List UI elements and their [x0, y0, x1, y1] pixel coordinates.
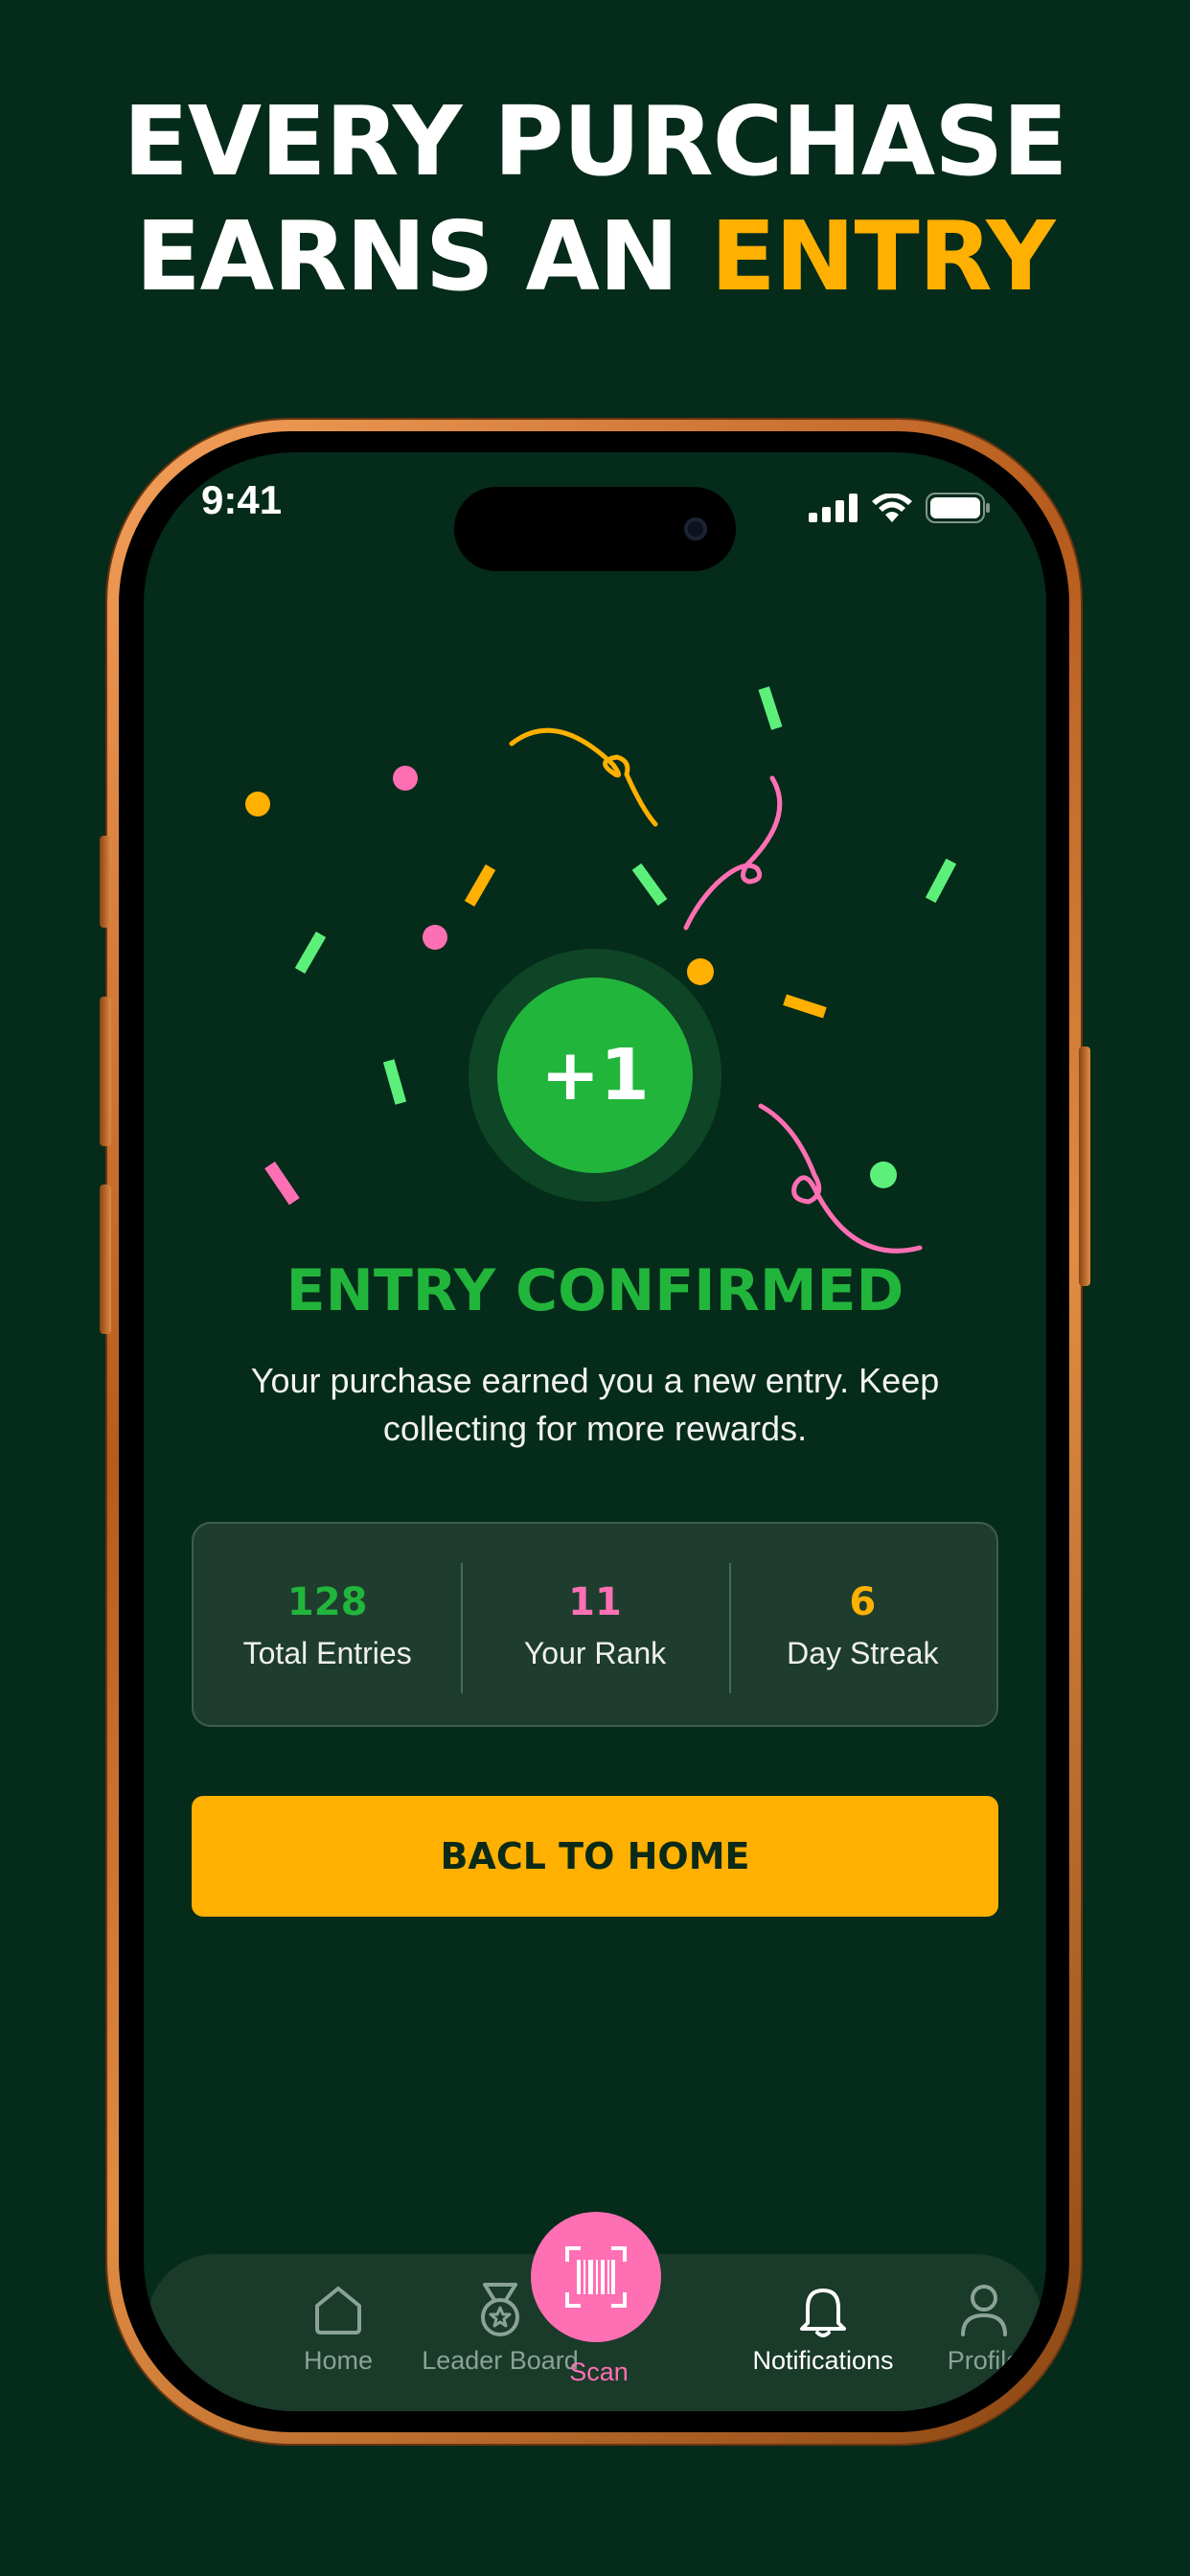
- confetti-dot: [870, 1162, 897, 1188]
- stat-your-rank: 11 Your Rank: [461, 1562, 728, 1693]
- stat-total-entries: 128 Total Entries: [194, 1578, 461, 1671]
- tab-notifications[interactable]: Notifications: [742, 2281, 904, 2376]
- scan-button[interactable]: [531, 2212, 661, 2342]
- stat-value: 6: [849, 1579, 877, 1624]
- confetti-ribbon: [509, 727, 658, 827]
- stat-label: Total Entries: [242, 1635, 412, 1670]
- barcode-scan-icon: [565, 2246, 627, 2308]
- stat-label: Day Streak: [787, 1635, 939, 1670]
- confetti-strip: [464, 863, 496, 908]
- phone-power-button: [1079, 1046, 1090, 1286]
- tab-notifications-label: Notifications: [752, 2346, 894, 2375]
- tab-profile-label: Profile: [947, 2346, 1021, 2375]
- stat-value: 11: [568, 1579, 622, 1624]
- marketing-headline: EVERY PURCHASE EARNS AN ENTRY: [0, 84, 1190, 314]
- confirmation-message: Your purchase earned you a new entry. Ke…: [250, 1361, 940, 1448]
- tab-profile[interactable]: Profile: [903, 2281, 1046, 2376]
- confetti-strip: [758, 686, 783, 730]
- confetti-dot: [687, 958, 714, 985]
- headline-line-1: EVERY PURCHASE: [123, 85, 1067, 197]
- headline-line-2: EARNS AN ENTRY: [0, 199, 1190, 314]
- confetti-strip: [294, 931, 327, 975]
- tab-scan[interactable]: Scan: [517, 2358, 680, 2387]
- confetti-ribbon: [683, 775, 783, 931]
- tab-home-label: Home: [303, 2346, 374, 2375]
- bell-icon: [800, 2288, 846, 2337]
- stat-value: 128: [286, 1579, 368, 1624]
- confetti-strip: [925, 858, 957, 904]
- confetti-strip: [382, 1059, 407, 1105]
- phone-volume-down-button: [100, 1184, 111, 1334]
- stat-day-streak: 6 Day Streak: [728, 1562, 996, 1693]
- confetti-strip: [631, 862, 668, 907]
- stats-card: 128 Total Entries 11 Your Rank 6 Day Str…: [192, 1522, 998, 1727]
- confirmation-title: ENTRY CONFIRMED: [286, 1257, 904, 1324]
- confetti-dot: [393, 766, 418, 791]
- confetti-strip: [264, 1162, 300, 1206]
- profile-icon: [961, 2285, 1007, 2336]
- tab-home[interactable]: Home: [257, 2281, 420, 2376]
- phone-action-button: [100, 836, 111, 928]
- medal-icon: [481, 2283, 519, 2336]
- back-to-home-button[interactable]: BACL TO HOME: [192, 1796, 998, 1917]
- stat-label: Your Rank: [523, 1635, 667, 1670]
- phone-screen: 9:41 +1 ENTRY CONFIRMED Your purchase ea…: [144, 452, 1046, 2411]
- confetti-dot: [245, 792, 270, 816]
- phone-volume-up-button: [100, 997, 111, 1146]
- headline-line-2-prefix: EARNS AN: [135, 200, 678, 312]
- entry-badge: +1: [497, 978, 693, 1173]
- headline-accent-word: ENTRY: [710, 200, 1055, 312]
- tab-scan-label: Scan: [569, 2358, 629, 2386]
- confetti-strip: [783, 994, 827, 1019]
- confetti-dot: [423, 925, 447, 950]
- home-icon: [315, 2287, 361, 2334]
